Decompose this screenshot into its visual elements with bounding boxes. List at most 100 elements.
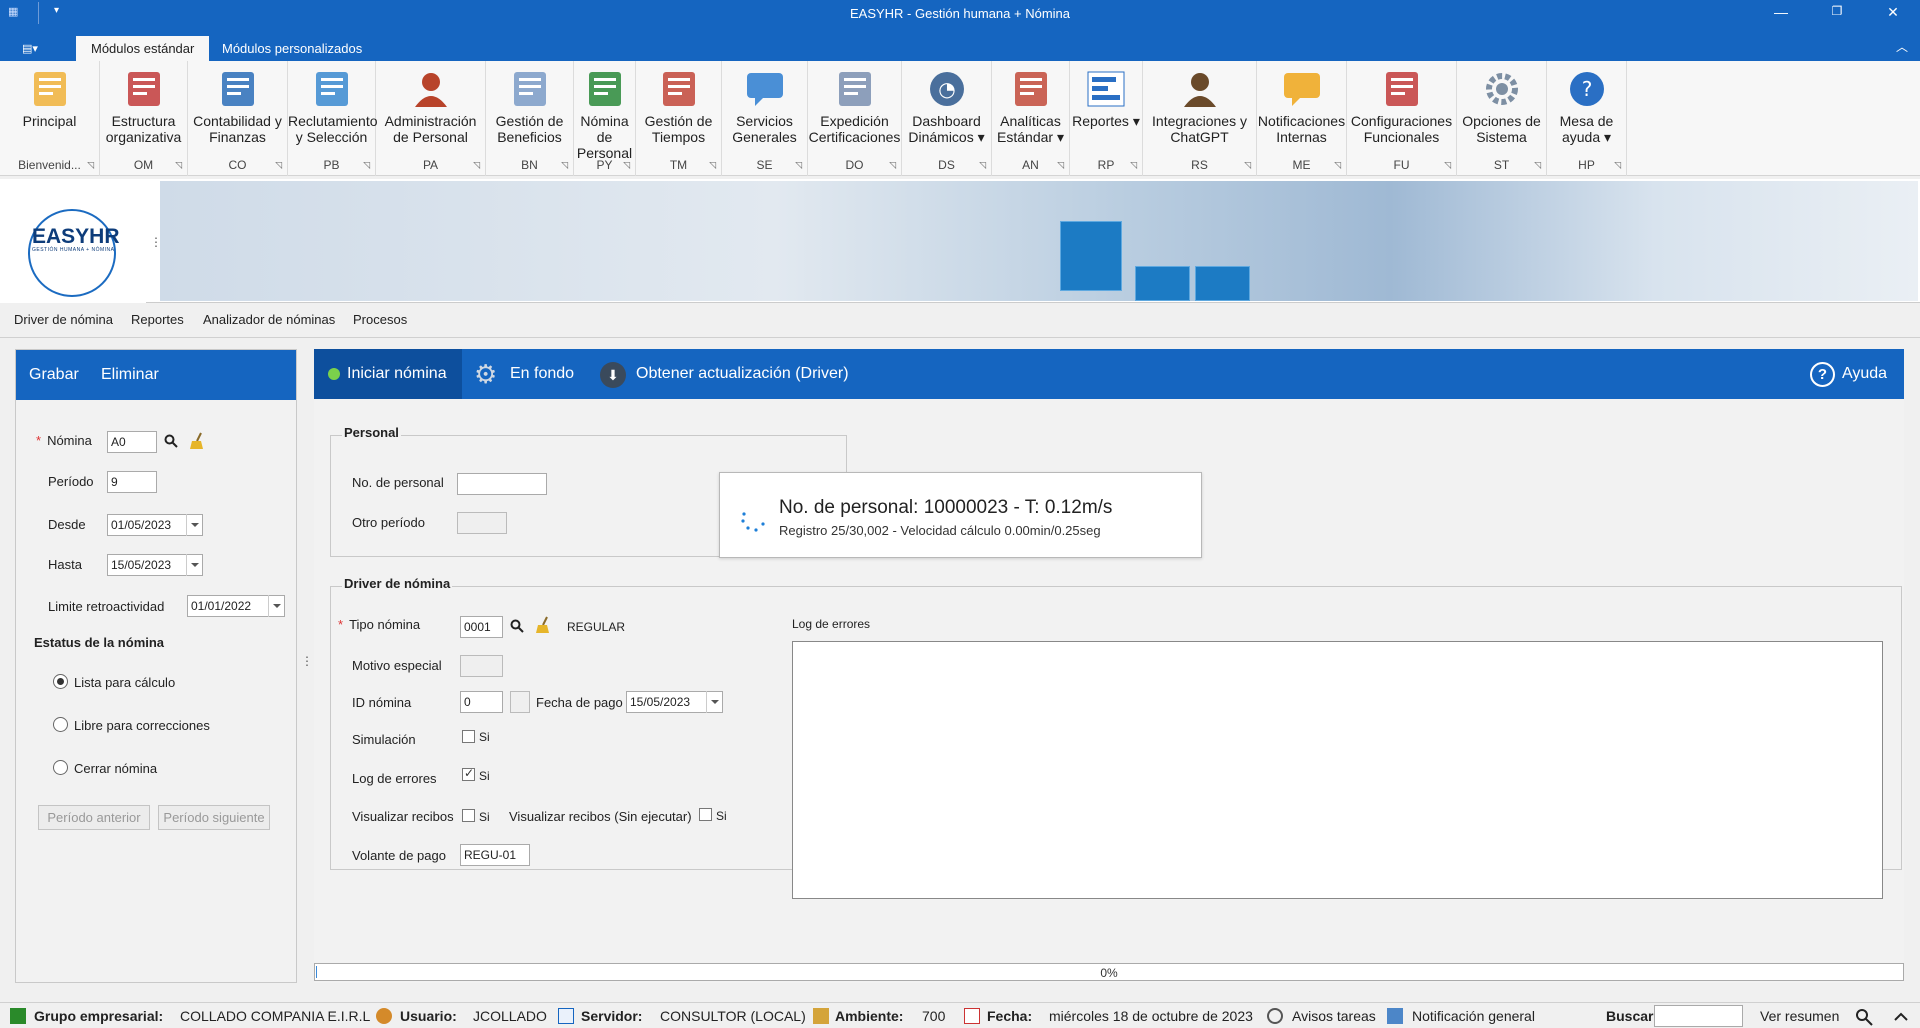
notificacion-general-link[interactable]: Notificación general — [1412, 1008, 1535, 1024]
visualizar-recibos-checkbox[interactable] — [462, 809, 475, 822]
dialog-launcher-icon[interactable]: ◹ — [1334, 160, 1341, 171]
ribbon-group-rs[interactable]: Integraciones y ChatGPT RS ◹ — [1143, 61, 1257, 176]
hasta-date-field[interactable]: 15/05/2023 — [107, 554, 203, 576]
ribbon-group-tm[interactable]: Gestión de Tiempos TM ◹ — [636, 61, 722, 176]
radio-libre-correcciones[interactable] — [53, 717, 68, 732]
ribbon-group-rp[interactable]: Reportes ▾ RP ◹ — [1070, 61, 1143, 176]
dialog-launcher-icon[interactable]: ◹ — [1130, 160, 1137, 171]
ribbon-group-do[interactable]: Expedición Certificaciones DO ◹ — [808, 61, 902, 176]
dialog-launcher-icon[interactable]: ◹ — [979, 160, 986, 171]
dialog-launcher-icon[interactable]: ◹ — [87, 160, 94, 171]
ribbon-group-se[interactable]: Servicios Generales SE ◹ — [722, 61, 808, 176]
no-personal-input[interactable] — [457, 473, 547, 495]
dialog-launcher-icon[interactable]: ◹ — [561, 160, 568, 171]
search-icon[interactable] — [164, 434, 178, 448]
chevron-down-icon[interactable] — [186, 514, 202, 536]
ribbon-group-pb[interactable]: Reclutamiento y Selección PB ◹ — [288, 61, 378, 176]
fecha-pago-date-field[interactable]: 15/05/2023 — [626, 691, 723, 713]
ver-resumen-link[interactable]: Ver resumen — [1760, 1008, 1839, 1024]
dialog-launcher-icon[interactable]: ◹ — [473, 160, 480, 171]
tab-analizador[interactable]: Analizador de nóminas — [203, 312, 335, 327]
ribbon-group-fu[interactable]: Configuraciones Funcionales FU ◹ — [1347, 61, 1457, 176]
tab-modulos-personalizados[interactable]: Módulos personalizados — [207, 36, 377, 61]
dialog-launcher-icon[interactable]: ◹ — [363, 160, 370, 171]
periodo-input[interactable]: 9 — [107, 471, 157, 493]
dialog-launcher-icon[interactable]: ◹ — [175, 160, 182, 171]
chevron-down-icon[interactable] — [706, 691, 722, 713]
ribbon-group-label: Estructura organizativa — [105, 113, 182, 145]
ribbon-group-code: Bienvenid... — [18, 158, 81, 172]
delete-button[interactable]: Eliminar — [101, 366, 159, 384]
desde-date-field[interactable]: 01/05/2023 — [107, 514, 203, 536]
radio-lista-calculo[interactable] — [53, 674, 68, 689]
ribbon-group-an[interactable]: Analíticas Estándar ▾ AN ◹ — [992, 61, 1070, 176]
dialog-launcher-icon[interactable]: ◹ — [1444, 160, 1451, 171]
restore-icon[interactable]: ❐ — [1822, 4, 1852, 18]
motivo-especial-input[interactable] — [460, 655, 503, 677]
dialog-launcher-icon[interactable]: ◹ — [623, 160, 630, 171]
panel-splitter-icon[interactable]: ⋮ — [301, 654, 313, 668]
tab-driver-de-nomina[interactable]: Driver de nómina — [14, 312, 113, 329]
ribbon-group-co[interactable]: Contabilidad y Finanzas CO ◹ — [188, 61, 288, 176]
collapse-up-icon[interactable] — [1892, 1008, 1910, 1026]
ribbon-group-ds[interactable]: ◔ Dashboard Dinámicos ▾ DS ◹ — [902, 61, 992, 176]
ribbon-group-label: Nómina de Personal — [576, 113, 633, 161]
ribbon-group-code: PB — [323, 158, 340, 172]
avisos-tareas-link[interactable]: Avisos tareas — [1292, 1008, 1376, 1024]
clear-broom-icon[interactable] — [535, 616, 551, 634]
ribbon-group-st[interactable]: Opciones de Sistema ST ◹ — [1457, 61, 1547, 176]
ribbon-group-me[interactable]: Notificaciones Internas ME ◹ — [1257, 61, 1347, 176]
search-icon[interactable] — [1855, 1008, 1873, 1026]
ribbon-group-bn[interactable]: Gestión de Beneficios BN ◹ — [486, 61, 574, 176]
notification-bubble-icon — [1282, 69, 1322, 109]
ribbon-group-py[interactable]: Nómina de Personal PY ◹ — [574, 61, 636, 176]
tab-reportes[interactable]: Reportes — [131, 312, 184, 327]
ribbon-group-pa[interactable]: Administración de Personal PA ◹ — [376, 61, 486, 176]
next-period-button[interactable]: Período siguiente — [158, 805, 270, 830]
chevron-down-icon[interactable] — [186, 554, 202, 576]
volante-pago-input[interactable]: REGU-01 — [460, 844, 530, 866]
search-input[interactable] — [1654, 1005, 1743, 1027]
dialog-launcher-icon[interactable]: ◹ — [1534, 160, 1541, 171]
dialog-launcher-icon[interactable]: ◹ — [1244, 160, 1251, 171]
dialog-launcher-icon[interactable]: ◹ — [1057, 160, 1064, 171]
id-nomina-extra-input[interactable] — [510, 691, 530, 713]
log-errores-checkbox[interactable] — [462, 766, 475, 781]
ribbon-group-code: ME — [1292, 158, 1311, 172]
tab-modulos-estandar[interactable]: Módulos estándar — [76, 36, 210, 61]
start-payroll-button[interactable]: Iniciar nómina — [314, 349, 462, 399]
log-errores-textarea[interactable] — [792, 641, 1883, 899]
prev-period-button[interactable]: Período anterior — [38, 805, 150, 830]
simulacion-si: Si — [479, 730, 490, 744]
id-nomina-input[interactable]: 0 — [460, 691, 503, 713]
close-icon[interactable]: ✕ — [1878, 4, 1908, 21]
gauge-icon: ◔ — [927, 69, 967, 109]
save-button[interactable]: Grabar — [29, 366, 79, 384]
ribbon-group-bienvenid[interactable]: Principal Bienvenid... ◹ — [0, 61, 100, 176]
otro-periodo-input[interactable] — [457, 512, 507, 534]
nomina-input[interactable]: A0 — [107, 431, 157, 453]
dialog-launcher-icon[interactable]: ◹ — [709, 160, 716, 171]
retro-date-field[interactable]: 01/01/2022 — [187, 595, 285, 617]
dialog-launcher-icon[interactable]: ◹ — [795, 160, 802, 171]
company-icon — [10, 1008, 26, 1024]
org-structure-icon — [124, 69, 164, 109]
tipo-nomina-input[interactable]: 0001 — [460, 616, 503, 638]
simulacion-checkbox[interactable] — [462, 730, 475, 743]
clear-broom-icon[interactable] — [189, 432, 205, 450]
visualizar-sin-ejecutar-checkbox[interactable] — [699, 808, 712, 821]
dialog-launcher-icon[interactable]: ◹ — [1614, 160, 1621, 171]
calendar-clock-icon — [659, 69, 699, 109]
minimize-icon[interactable]: — — [1766, 4, 1796, 20]
ribbon-group-hp[interactable]: ? Mesa de ayuda ▾ HP ◹ — [1547, 61, 1627, 176]
app-menu-icon[interactable]: ▤▾ — [22, 42, 38, 55]
logo-name: EASYHR — [32, 225, 120, 248]
dialog-launcher-icon[interactable]: ◹ — [889, 160, 896, 171]
chevron-down-icon[interactable] — [268, 595, 284, 617]
search-icon[interactable] — [510, 619, 524, 633]
radio-cerrar-nomina[interactable] — [53, 760, 68, 775]
dialog-launcher-icon[interactable]: ◹ — [275, 160, 282, 171]
collapse-ribbon-icon[interactable]: ︿ — [1896, 38, 1908, 55]
ribbon-group-om[interactable]: Estructura organizativa OM ◹ — [100, 61, 188, 176]
tab-procesos[interactable]: Procesos — [353, 312, 407, 327]
